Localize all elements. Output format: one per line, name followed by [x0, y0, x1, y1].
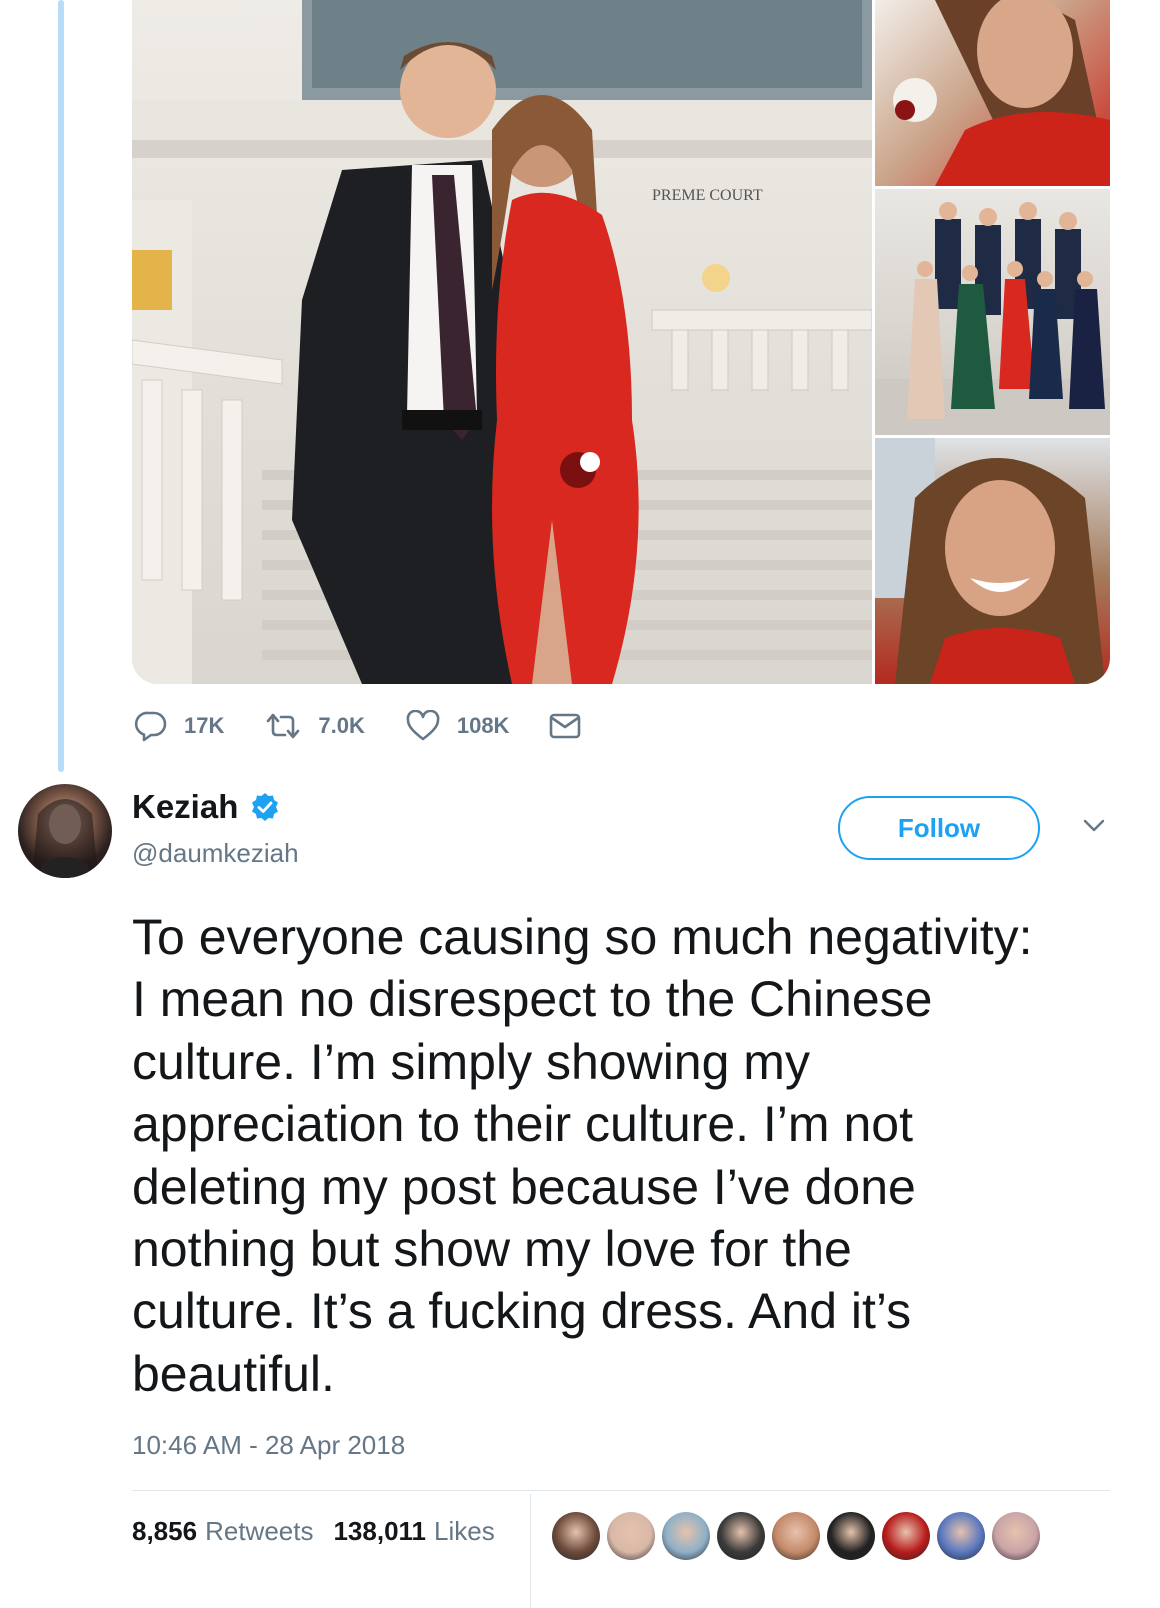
reply-button[interactable]: 17K — [134, 710, 224, 742]
photo-main-couple[interactable]: PREME COURT — [132, 0, 872, 684]
liker-avatar[interactable] — [937, 1512, 985, 1560]
reply-count: 17K — [184, 713, 225, 738]
photo-portrait-illustration — [875, 438, 1105, 684]
liker-avatars — [552, 1512, 1047, 1560]
author-avatar[interactable] — [18, 784, 112, 878]
like-button[interactable]: 108K — [405, 710, 510, 742]
svg-text:PREME COURT: PREME COURT — [652, 187, 763, 204]
likes-stat-label: Likes — [434, 1516, 495, 1546]
engagement-stats: 8,856 Retweets 138,011 Likes — [132, 1516, 495, 1547]
retweets-stat-count: 8,856 — [132, 1516, 198, 1546]
tweet-text: To everyone causing so much negativity: … — [132, 909, 1033, 1402]
retweet-button[interactable]: 7.0K — [264, 711, 365, 741]
tweet-action-bar: 17K 7.0K 108K — [134, 706, 597, 746]
thread-connector-line — [58, 0, 64, 772]
liker-avatar[interactable] — [552, 1512, 600, 1560]
envelope-icon — [550, 713, 581, 739]
verified-badge-icon — [252, 793, 279, 821]
retweet-icon — [267, 713, 300, 739]
photo-selfie-smiling[interactable] — [875, 0, 1110, 186]
direct-message-button[interactable] — [549, 712, 597, 740]
photo-group-illustration — [875, 202, 1110, 435]
chevron-down-icon[interactable] — [1082, 818, 1106, 834]
reply-icon — [134, 711, 167, 742]
liker-avatar[interactable] — [992, 1512, 1040, 1560]
author-handle[interactable]: @daumkeziah — [132, 838, 299, 869]
retweet-count: 7.0K — [318, 713, 365, 738]
photo-selfie-illustration — [893, 0, 1110, 186]
photo-main-illustration: PREME COURT — [132, 0, 872, 684]
liker-avatar[interactable] — [662, 1512, 710, 1560]
author-name[interactable]: Keziah — [132, 788, 238, 826]
follow-button[interactable]: Follow — [838, 796, 1040, 860]
likes-stat[interactable]: 138,011 Likes — [333, 1516, 494, 1547]
liker-avatar[interactable] — [717, 1512, 765, 1560]
liker-avatar[interactable] — [882, 1512, 930, 1560]
tweet-photo-grid[interactable]: PREME COURT — [132, 0, 1110, 684]
liker-avatar[interactable] — [607, 1512, 655, 1560]
retweets-stat[interactable]: 8,856 Retweets — [132, 1516, 313, 1547]
stats-divider — [132, 1490, 1110, 1491]
like-count: 108K — [456, 713, 510, 738]
heart-icon — [406, 710, 440, 741]
photo-group-stairs[interactable] — [875, 189, 1110, 435]
tweet-timestamp[interactable]: 10:46 AM - 28 Apr 2018 — [132, 1430, 405, 1461]
avatar-illustration — [32, 799, 98, 878]
liker-avatar[interactable] — [772, 1512, 820, 1560]
liker-avatar[interactable] — [827, 1512, 875, 1560]
stats-separator — [530, 1494, 531, 1608]
photo-portrait-closeup[interactable] — [875, 438, 1110, 684]
author-name-row[interactable]: Keziah — [132, 788, 280, 826]
retweets-stat-label: Retweets — [205, 1516, 314, 1546]
likes-stat-count: 138,011 — [333, 1516, 427, 1546]
